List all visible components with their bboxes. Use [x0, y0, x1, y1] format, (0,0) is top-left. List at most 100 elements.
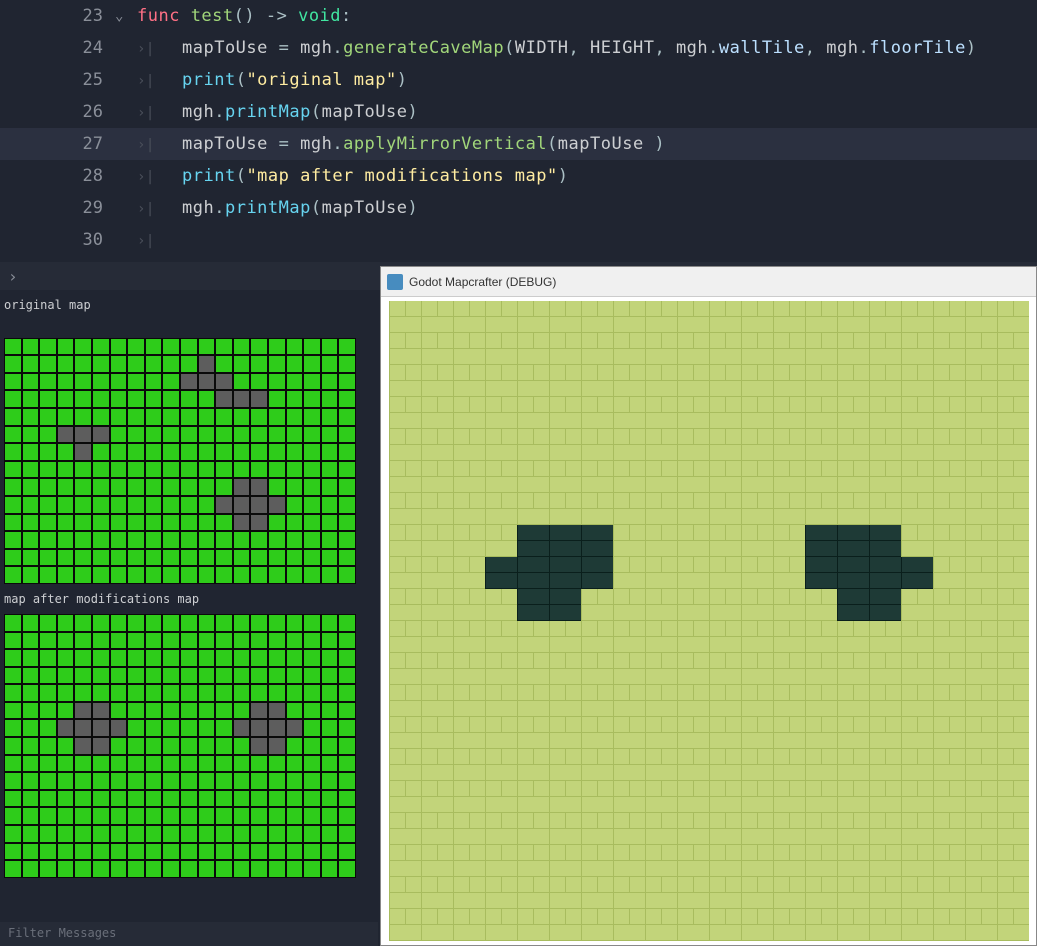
output-panel[interactable]: original map map after modifications map	[0, 290, 378, 946]
filter-messages-input[interactable]: Filter Messages	[0, 922, 378, 946]
map-tile	[250, 807, 268, 825]
code-line[interactable]: 27›|mapToUse = mgh.applyMirrorVertical(m…	[0, 128, 1037, 160]
map-tile	[110, 373, 128, 391]
map-tile	[250, 478, 268, 496]
map-tile	[110, 390, 128, 408]
map-tile	[303, 461, 321, 479]
title-bar[interactable]: Godot Mapcrafter (DEBUG)	[381, 267, 1036, 297]
map-tile	[22, 667, 40, 685]
map-tile	[180, 790, 198, 808]
map-tile	[127, 719, 145, 737]
map-tile	[303, 790, 321, 808]
map-tile	[321, 649, 339, 667]
line-number: 25	[0, 64, 115, 96]
map-tile	[180, 843, 198, 861]
code-content[interactable]: ›|print("original map")	[137, 64, 407, 97]
code-line[interactable]: 25 ›|print("original map")	[0, 64, 1037, 96]
map-tile	[74, 737, 92, 755]
code-content[interactable]: ›|	[137, 224, 182, 257]
wall-tile-cluster	[517, 525, 613, 557]
line-number: 26	[0, 96, 115, 128]
map-tile	[321, 737, 339, 755]
map-tile	[286, 702, 304, 720]
map-tile	[268, 790, 286, 808]
map-tile	[233, 443, 251, 461]
map-tile	[74, 860, 92, 878]
map-tile	[22, 408, 40, 426]
map-tile	[57, 496, 75, 514]
map-tile	[39, 649, 57, 667]
code-content[interactable]: ›|mgh.printMap(mapToUse)	[137, 192, 418, 225]
map-tile	[286, 755, 304, 773]
code-content[interactable]: func test() -> void:	[137, 0, 352, 32]
map-tile	[57, 531, 75, 549]
map-tile	[4, 390, 22, 408]
map-tile	[4, 338, 22, 356]
map-tile	[321, 443, 339, 461]
code-line[interactable]: 29›|mgh.printMap(mapToUse)	[0, 192, 1037, 224]
map-tile	[286, 632, 304, 650]
map-tile	[180, 667, 198, 685]
map-tile	[110, 860, 128, 878]
game-window[interactable]: Godot Mapcrafter (DEBUG)	[380, 266, 1037, 946]
map-tile	[268, 807, 286, 825]
code-line[interactable]: 30›|	[0, 224, 1037, 256]
code-content[interactable]: ›|mgh.printMap(mapToUse)	[137, 96, 418, 129]
map-tile	[92, 755, 110, 773]
map-tile	[233, 702, 251, 720]
map-tile	[110, 684, 128, 702]
map-tile	[57, 737, 75, 755]
map-tile	[22, 426, 40, 444]
map-tile	[145, 632, 163, 650]
code-line[interactable]: 28›|print("map after modifications map")	[0, 160, 1037, 192]
map-tile	[57, 338, 75, 356]
map-tile	[215, 632, 233, 650]
code-content[interactable]: ›|mapToUse = mgh.applyMirrorVertical(map…	[137, 128, 665, 161]
map-tile	[92, 807, 110, 825]
map-tile	[250, 649, 268, 667]
map-tile	[286, 320, 304, 338]
map-tile	[39, 790, 57, 808]
map-tile	[110, 461, 128, 479]
map-tile	[303, 320, 321, 338]
map-tile	[162, 320, 180, 338]
map-tile	[22, 566, 40, 584]
map-tile	[215, 843, 233, 861]
map-tile	[215, 790, 233, 808]
map-tile	[215, 355, 233, 373]
map-tile	[338, 426, 356, 444]
map-tile	[180, 338, 198, 356]
map-tile	[145, 755, 163, 773]
map-tile	[338, 614, 356, 632]
code-editor[interactable]: 23⌄func test() -> void:24›|mapToUse = mg…	[0, 0, 1037, 262]
map-tile	[303, 443, 321, 461]
map-tile	[57, 549, 75, 567]
map-tile	[321, 860, 339, 878]
map-tile	[338, 461, 356, 479]
map-tile	[127, 338, 145, 356]
map-tile	[4, 566, 22, 584]
fold-arrow-icon[interactable]: ⌄	[115, 0, 137, 32]
map-tile	[286, 390, 304, 408]
output-label-2: map after modifications map	[4, 592, 374, 606]
map-tile	[233, 807, 251, 825]
code-content[interactable]: ›|print("map after modifications map")	[137, 160, 569, 193]
map-tile	[92, 772, 110, 790]
map-tile	[215, 667, 233, 685]
map-tile	[198, 338, 216, 356]
map-tile	[303, 825, 321, 843]
code-line[interactable]: 23⌄func test() -> void:	[0, 0, 1037, 32]
map-tile	[338, 408, 356, 426]
map-tile	[268, 632, 286, 650]
code-line[interactable]: 26 ›|mgh.printMap(mapToUse)	[0, 96, 1037, 128]
code-content[interactable]: ›|mapToUse = mgh.generateCaveMap(WIDTH, …	[137, 32, 977, 65]
map-tile	[162, 649, 180, 667]
map-tile	[74, 496, 92, 514]
map-tile	[286, 496, 304, 514]
map-tile	[286, 355, 304, 373]
map-tile	[22, 649, 40, 667]
map-tile	[233, 531, 251, 549]
map-tile	[303, 772, 321, 790]
code-line[interactable]: 24›|mapToUse = mgh.generateCaveMap(WIDTH…	[0, 32, 1037, 64]
map-tile	[198, 390, 216, 408]
